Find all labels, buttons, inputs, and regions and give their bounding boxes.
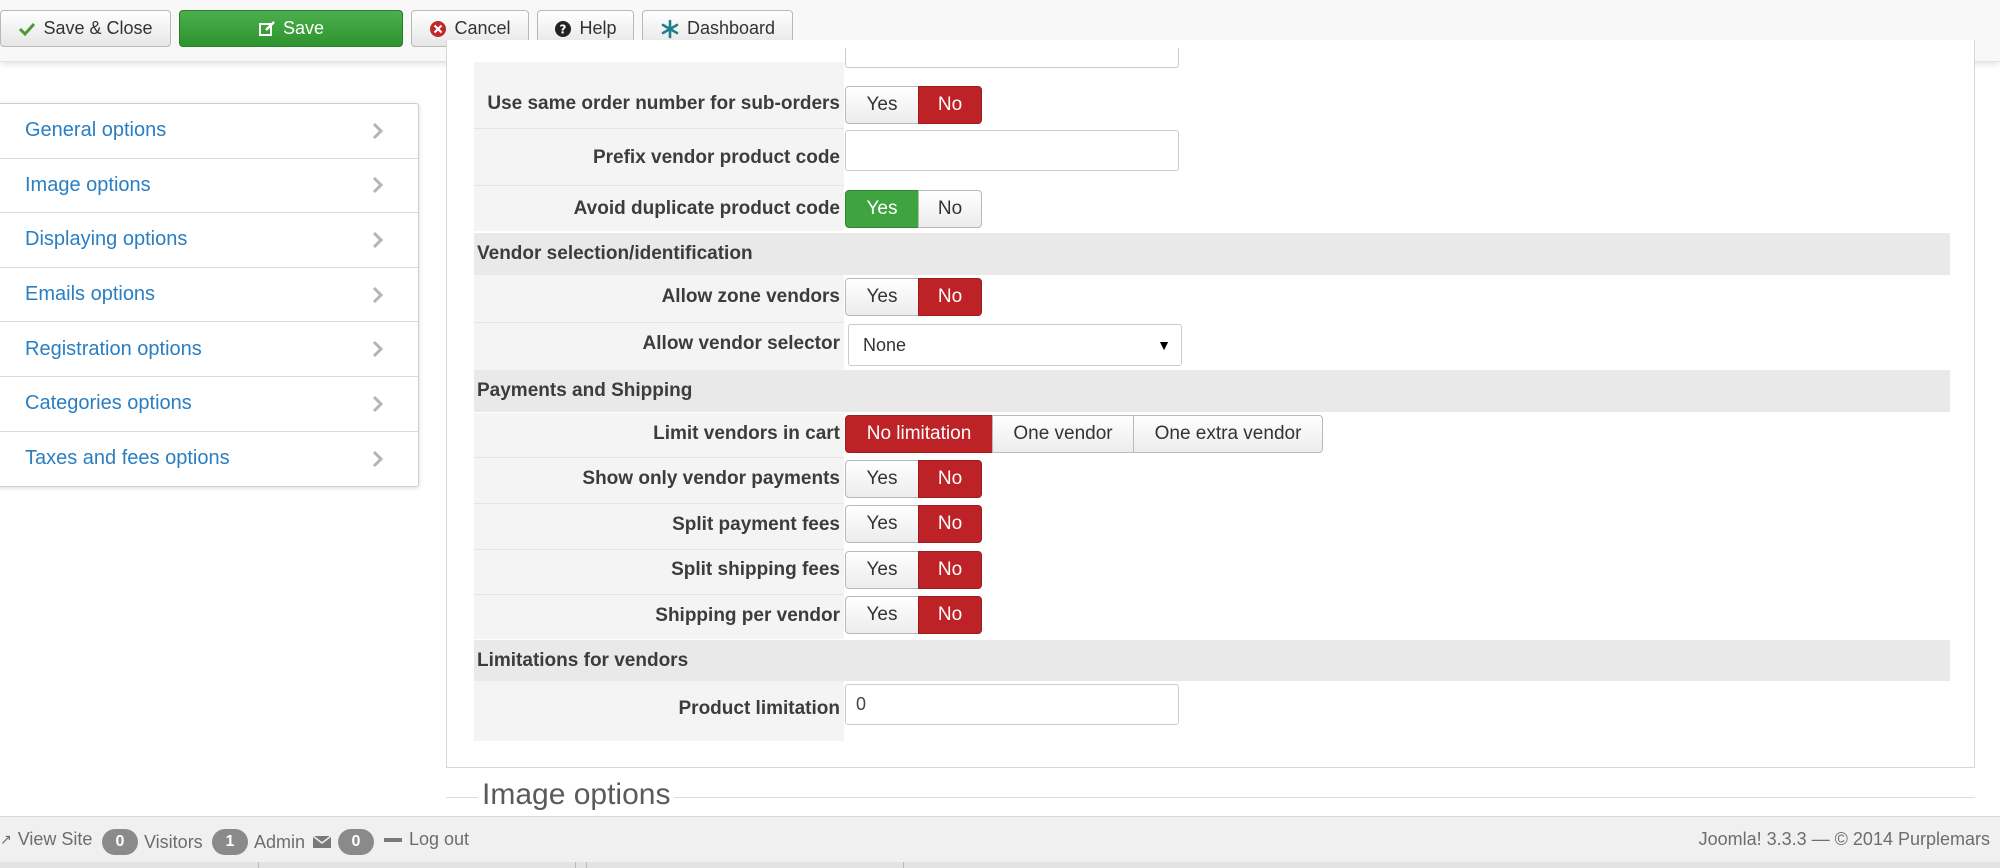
sidebar-item-label: Registration options (25, 337, 202, 360)
show-vendor-payments-label: Show only vendor payments (582, 468, 840, 489)
vendor-selector-select[interactable]: None ▼ (848, 324, 1182, 366)
sidebar-item-label: Emails options (25, 283, 156, 306)
no-limitation-option[interactable]: No limitation (845, 415, 993, 453)
help-icon: ? (555, 20, 572, 37)
sidebar-item-label: Image options (25, 173, 151, 196)
save-button[interactable]: Save (179, 10, 403, 47)
yes-option[interactable]: Yes (845, 460, 919, 498)
row-divider (474, 594, 844, 595)
chevron-right-icon (372, 231, 384, 249)
messages-status[interactable]: 0 (312, 829, 374, 855)
image-options-fieldset-title: Image options (478, 778, 675, 812)
allow-zone-vendors-label: Allow zone vendors (661, 286, 840, 307)
no-option[interactable]: No (918, 460, 982, 498)
split-shipping-fees-label: Split shipping fees (671, 559, 840, 580)
svg-text:?: ? (560, 22, 567, 36)
section-vendor-selection: Vendor selection/identification (474, 233, 1950, 275)
bottom-tab (258, 862, 576, 868)
save-close-button[interactable]: Save & Close (0, 10, 171, 47)
yes-option[interactable]: Yes (845, 551, 919, 589)
show-vendor-payments-toggle[interactable]: Yes No (845, 460, 982, 498)
one-extra-vendor-option[interactable]: One extra vendor (1133, 415, 1323, 453)
visitors-count-badge: 0 (102, 829, 138, 855)
shipping-per-vendor-label: Shipping per vendor (655, 605, 840, 626)
no-option[interactable]: No (918, 278, 982, 316)
messages-count-badge: 0 (338, 829, 374, 855)
sidebar-item-label: General options (25, 119, 167, 142)
limit-vendors-cart-label: Limit vendors in cart (653, 423, 840, 444)
external-link-icon: ↗ (0, 831, 12, 847)
section-limitations: Limitations for vendors (474, 640, 1950, 681)
admin-count-badge: 1 (212, 829, 248, 855)
yes-option[interactable]: Yes (845, 505, 919, 543)
status-bar: ↗ View Site 0 Visitors 1 Admin 0 Log out… (0, 816, 2000, 868)
sidebar-item-emails[interactable]: Emails options (0, 268, 418, 323)
chevron-right-icon (372, 395, 384, 412)
edit-icon (258, 20, 275, 36)
version-text: Joomla! 3.3.3 — © 2014 Purplemars (1698, 829, 1990, 849)
row-divider (474, 185, 844, 186)
chevron-right-icon (372, 450, 384, 467)
allow-vendor-selector-label: Allow vendor selector (642, 333, 840, 354)
sidebar-item-displaying[interactable]: Displaying options (0, 213, 418, 268)
row-divider (474, 503, 844, 504)
sidebar-item-general[interactable]: General options (0, 104, 418, 159)
yes-option[interactable]: Yes (845, 596, 919, 634)
no-option[interactable]: No (918, 596, 982, 634)
limit-vendors-cart-toggle[interactable]: No limitation One vendor One extra vendo… (845, 415, 1323, 453)
check-icon (19, 22, 36, 36)
sidebar-item-image[interactable]: Image options (0, 159, 418, 214)
chevron-right-icon (372, 286, 384, 303)
sidebar-item-categories[interactable]: Categories options (0, 377, 418, 432)
logout-link[interactable]: Log out (383, 829, 469, 850)
same-order-number-label: Use same order number for sub-orders (487, 93, 840, 114)
sidebar-item-label: Displaying options (25, 228, 188, 251)
avoid-duplicate-label: Avoid duplicate product code (573, 198, 840, 219)
chevron-right-icon (372, 341, 384, 358)
split-shipping-fees-toggle[interactable]: Yes No (845, 551, 982, 589)
cancel-icon (430, 20, 447, 37)
sidebar-item-taxes[interactable]: Taxes and fees options (0, 432, 418, 487)
split-payment-fees-label: Split payment fees (672, 514, 840, 535)
no-option[interactable]: No (918, 551, 982, 589)
dashboard-icon (661, 19, 679, 38)
chevron-right-icon (372, 177, 384, 194)
caret-down-icon: ▼ (1157, 337, 1171, 353)
admin-status: 1 Admin (212, 829, 305, 855)
sidebar-item-label: Categories options (25, 392, 192, 415)
minus-icon (384, 837, 402, 842)
row-divider (474, 322, 844, 323)
select-value: None (863, 334, 907, 355)
one-vendor-option[interactable]: One vendor (992, 415, 1134, 453)
no-option[interactable]: No (918, 505, 982, 543)
fieldset-border (446, 797, 1975, 798)
no-option[interactable]: No (918, 190, 982, 228)
prefix-code-label: Prefix vendor product code (592, 147, 840, 168)
yes-option[interactable]: Yes (845, 86, 919, 124)
prefix-code-input[interactable] (845, 130, 1179, 171)
sidebar-item-label: Taxes and fees options (25, 447, 230, 470)
yes-option[interactable]: Yes (845, 278, 919, 316)
split-payment-fees-toggle[interactable]: Yes No (845, 505, 982, 543)
row-divider (474, 128, 844, 129)
options-sidebar: General options Image options Displaying… (0, 103, 419, 488)
same-order-number-toggle[interactable]: Yes No (845, 86, 982, 124)
shipping-per-vendor-toggle[interactable]: Yes No (845, 596, 982, 634)
sidebar-item-registration[interactable]: Registration options (0, 322, 418, 377)
visitors-status: 0 Visitors (102, 829, 203, 855)
bottom-tab (586, 862, 904, 868)
avoid-duplicate-toggle[interactable]: Yes No (845, 190, 982, 228)
allow-zone-vendors-toggle[interactable]: Yes No (845, 278, 982, 316)
product-limitation-label: Product limitation (678, 698, 841, 719)
product-limitation-input[interactable]: 0 (845, 684, 1179, 725)
row-divider (474, 549, 844, 550)
section-payments-shipping: Payments and Shipping (474, 370, 1950, 412)
envelope-icon (312, 835, 332, 848)
no-option[interactable]: No (918, 86, 982, 124)
chevron-right-icon (372, 122, 384, 139)
partial-input[interactable] (845, 48, 1179, 68)
row-divider (474, 457, 844, 458)
yes-option[interactable]: Yes (845, 190, 919, 228)
view-site-link[interactable]: ↗ View Site (0, 829, 92, 850)
